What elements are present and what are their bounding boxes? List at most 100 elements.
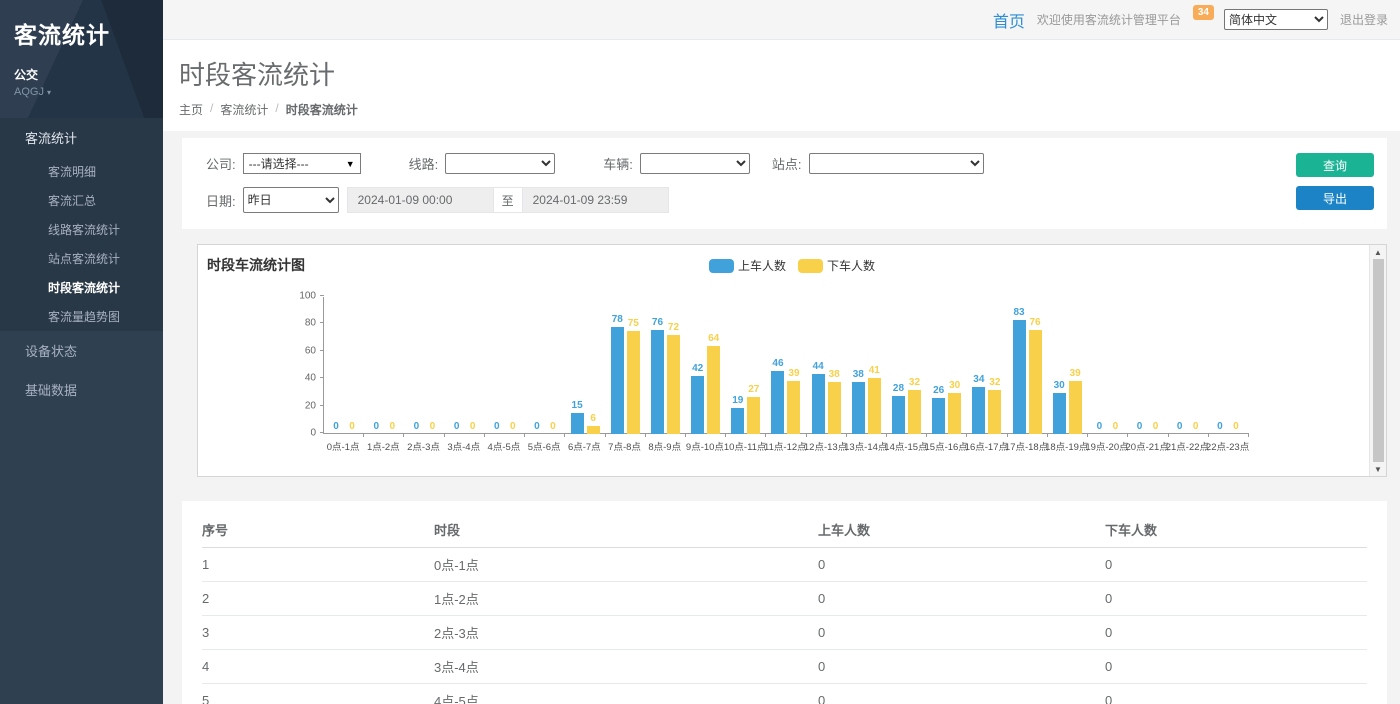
bar-value-label: 44 bbox=[813, 362, 824, 372]
x-axis-label: 7点-8点 bbox=[604, 439, 644, 453]
table-cell: 3点-4点 bbox=[434, 650, 818, 684]
sidebar-item-station-stats[interactable]: 站点客流统计 bbox=[0, 244, 163, 273]
line-select[interactable] bbox=[445, 153, 555, 174]
breadcrumb-separator: / bbox=[275, 101, 278, 118]
y-axis-label: 100 bbox=[298, 291, 324, 302]
scrollbar-thumb[interactable] bbox=[1373, 259, 1384, 462]
table-row: 21点-2点00 bbox=[202, 582, 1367, 616]
bar-下车人数 bbox=[868, 378, 881, 434]
date-end-input[interactable] bbox=[522, 187, 669, 213]
bar-value-label: 42 bbox=[692, 364, 703, 374]
bar-value-label: 72 bbox=[668, 323, 679, 333]
bar-value-label: 26 bbox=[933, 386, 944, 396]
table-cell: 1点-2点 bbox=[434, 582, 818, 616]
bar-value-label: 0 bbox=[454, 422, 460, 432]
bar-group-18点-19点: 3039 bbox=[1047, 297, 1087, 434]
x-tick bbox=[1208, 433, 1209, 437]
bar-value-label: 0 bbox=[1193, 422, 1199, 432]
date-start-input[interactable] bbox=[347, 187, 494, 213]
bar-下车人数 bbox=[707, 346, 720, 434]
logout-link[interactable]: 退出登录 bbox=[1340, 11, 1388, 28]
scroll-down-icon[interactable]: ▼ bbox=[1370, 462, 1386, 476]
table-cell: 1 bbox=[202, 548, 434, 582]
bar-上车人数 bbox=[932, 398, 945, 434]
bar-group-17点-18点: 8376 bbox=[1007, 297, 1047, 434]
bar-上车人数 bbox=[691, 376, 704, 434]
x-axis-label: 5点-6点 bbox=[524, 439, 564, 453]
bar-group-14点-15点: 2832 bbox=[886, 297, 926, 434]
bar-value-label: 15 bbox=[572, 401, 583, 411]
table-row: 10点-1点00 bbox=[202, 548, 1367, 582]
x-axis-label: 17点-18点 bbox=[1006, 439, 1046, 453]
x-tick bbox=[685, 433, 686, 437]
home-link[interactable]: 首页 bbox=[993, 8, 1025, 32]
export-button[interactable]: 导出 bbox=[1296, 186, 1374, 210]
bar-value-label: 0 bbox=[470, 422, 476, 432]
breadcrumb-item[interactable]: 客流统计 bbox=[220, 101, 268, 118]
legend-item-上车人数[interactable]: 上车人数 bbox=[709, 257, 786, 274]
bar-下车人数 bbox=[988, 390, 1001, 434]
profile-code-dropdown[interactable]: AQGJ ▾ bbox=[14, 86, 149, 98]
table-cell: 5 bbox=[202, 684, 434, 704]
scroll-up-icon[interactable]: ▲ bbox=[1370, 245, 1386, 259]
sidebar-item-device-status[interactable]: 设备状态 bbox=[0, 331, 163, 370]
dropdown-triangle-icon: ▼ bbox=[346, 159, 355, 169]
sidebar-item-trend-chart[interactable]: 客流量趋势图 bbox=[0, 302, 163, 331]
x-axis-label: 21点-22点 bbox=[1167, 439, 1207, 453]
date-preset-select[interactable]: 昨日 bbox=[243, 187, 339, 213]
bar-value-label: 76 bbox=[652, 318, 663, 328]
x-axis-label: 14点-15点 bbox=[886, 439, 926, 453]
station-select[interactable] bbox=[809, 153, 984, 174]
bar-下车人数 bbox=[667, 335, 680, 434]
bar-value-label: 32 bbox=[909, 378, 920, 388]
welcome-text: 欢迎使用客流统计管理平台 bbox=[1037, 11, 1181, 28]
table-header-cell: 下车人数 bbox=[1105, 511, 1367, 548]
query-button[interactable]: 查询 bbox=[1296, 153, 1374, 177]
bar-group-21点-22点: 00 bbox=[1168, 297, 1208, 434]
bar-value-label: 38 bbox=[853, 370, 864, 380]
logo-block: 客流统计 公交 AQGJ ▾ bbox=[0, 0, 163, 118]
x-axis-label: 12点-13点 bbox=[805, 439, 845, 453]
breadcrumb-separator: / bbox=[210, 101, 213, 118]
app-logo: 客流统计 bbox=[14, 16, 149, 50]
x-tick bbox=[846, 433, 847, 437]
table-cell: 2点-3点 bbox=[434, 616, 818, 650]
bar-group-19点-20点: 00 bbox=[1087, 297, 1127, 434]
legend-item-下车人数[interactable]: 下车人数 bbox=[798, 257, 875, 274]
x-axis-label: 10点-11点 bbox=[725, 439, 765, 453]
company-select[interactable]: ---请选择--- ▼ bbox=[243, 153, 361, 174]
sidebar-item-passenger-stats[interactable]: 客流统计 bbox=[0, 118, 163, 157]
sidebar-item-line-stats[interactable]: 线路客流统计 bbox=[0, 215, 163, 244]
legend-swatch bbox=[709, 259, 734, 273]
bar-value-label: 64 bbox=[708, 334, 719, 344]
sidebar-item-passenger-summary[interactable]: 客流汇总 bbox=[0, 186, 163, 215]
bar-value-label: 46 bbox=[772, 359, 783, 369]
x-tick bbox=[444, 433, 445, 437]
x-tick bbox=[725, 433, 726, 437]
y-axis-label: 80 bbox=[298, 318, 324, 329]
company-select-value: ---请选择--- bbox=[249, 155, 309, 172]
bar-下车人数 bbox=[587, 426, 600, 434]
table-cell: 0 bbox=[1105, 616, 1367, 650]
sidebar-item-base-data[interactable]: 基础数据 bbox=[0, 370, 163, 409]
breadcrumb-item[interactable]: 主页 bbox=[179, 101, 203, 118]
x-axis-label: 18点-19点 bbox=[1047, 439, 1087, 453]
vehicle-select[interactable] bbox=[640, 153, 750, 174]
x-tick bbox=[765, 433, 766, 437]
y-tick bbox=[320, 405, 324, 406]
sidebar-item-period-stats[interactable]: 时段客流统计 bbox=[0, 273, 163, 302]
sidebar-item-passenger-detail[interactable]: 客流明细 bbox=[0, 157, 163, 186]
chart-scrollbar[interactable]: ▲ ▼ bbox=[1369, 245, 1386, 476]
table-panel: 序号时段上车人数下车人数 10点-1点0021点-2点0032点-3点0043点… bbox=[182, 501, 1387, 704]
y-axis-label: 0 bbox=[298, 428, 324, 439]
line-label: 线路: bbox=[409, 154, 439, 173]
table-row: 43点-4点00 bbox=[202, 650, 1367, 684]
x-axis-label: 1点-2点 bbox=[363, 439, 403, 453]
x-tick bbox=[1168, 433, 1169, 437]
x-axis-label: 8点-9点 bbox=[645, 439, 685, 453]
bar-上车人数 bbox=[571, 413, 584, 434]
bar-上车人数 bbox=[972, 387, 985, 434]
language-select[interactable]: 简体中文 bbox=[1224, 9, 1328, 30]
y-tick bbox=[320, 350, 324, 351]
bar-value-label: 83 bbox=[1013, 308, 1024, 318]
